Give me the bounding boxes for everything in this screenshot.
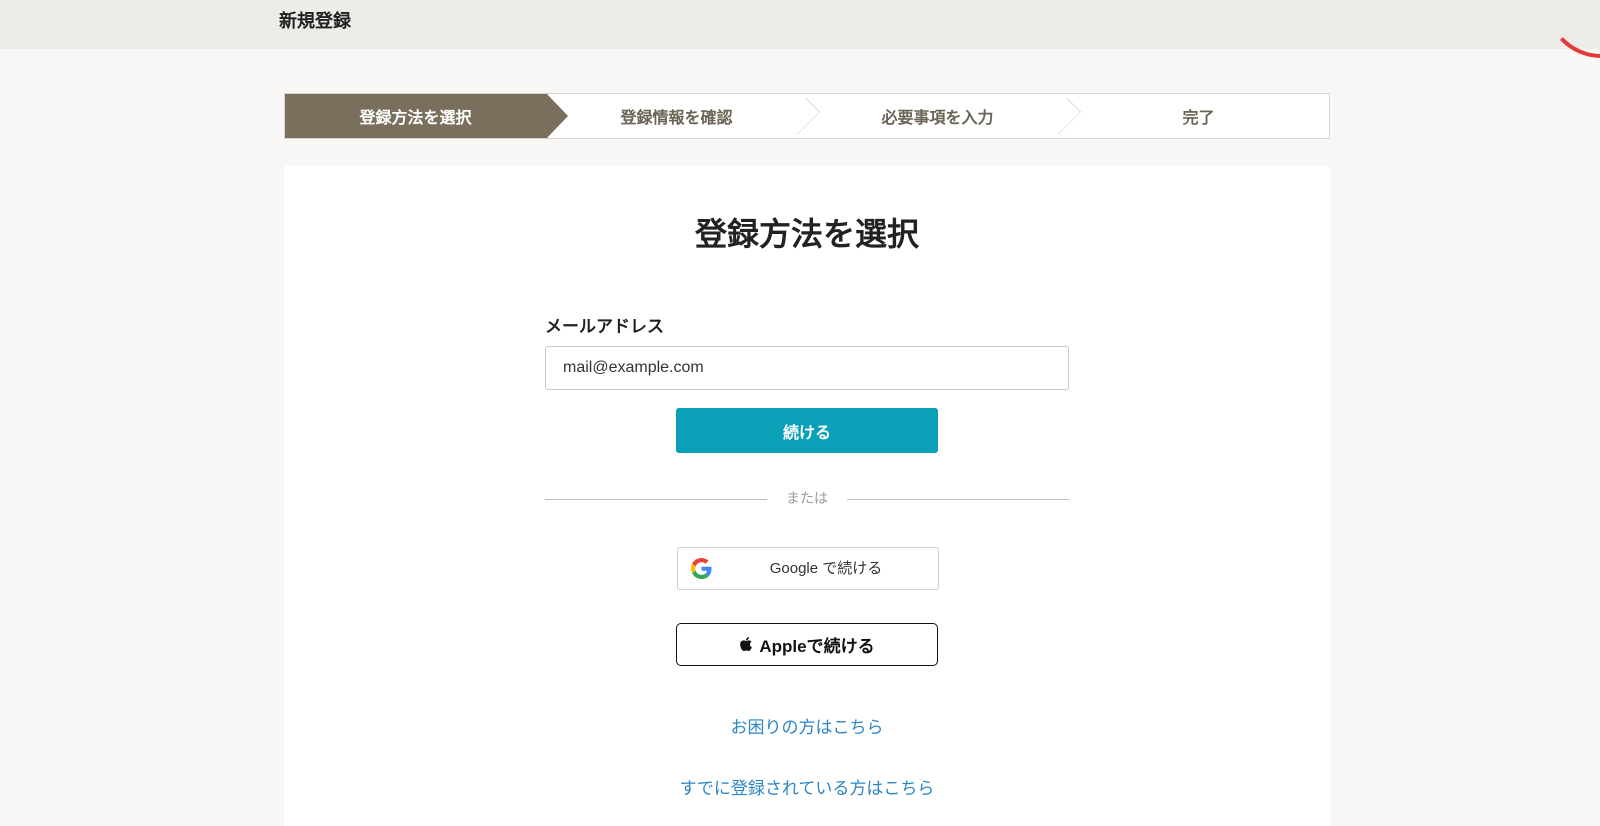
help-link[interactable]: お困りの方はこちら	[284, 717, 1330, 739]
top-header: 新規登録	[0, 0, 1600, 58]
google-button-label: Google で続ける	[769, 560, 883, 577]
step-complete: 完了	[1068, 94, 1329, 138]
page-title: 登録方法を選択	[694, 215, 919, 253]
existing-account-link[interactable]: すでに登録されている方はこちら	[284, 778, 1330, 800]
step-label: 完了	[1182, 108, 1215, 127]
google-signin-button[interactable]: Google で続ける	[677, 547, 939, 590]
corner-decoration	[1542, 0, 1600, 58]
or-divider: または	[545, 489, 1069, 509]
step-label: 必要事項を入力	[881, 108, 994, 127]
divider-line-right	[847, 499, 1069, 500]
email-input[interactable]	[545, 346, 1069, 390]
progress-stepper: 登録方法を選択 登録情報を確認 必要事項を入力 完了	[284, 93, 1330, 139]
apple-button-label: Appleで続ける	[759, 637, 875, 656]
apple-signin-button[interactable]: Appleで続ける	[676, 623, 938, 666]
registration-card: 登録方法を選択 メールアドレス 続ける または Google で続ける Appl…	[284, 166, 1330, 826]
continue-button[interactable]: 続ける	[676, 408, 938, 453]
apple-icon	[740, 636, 753, 651]
step-label: 登録情報を確認	[620, 108, 733, 127]
step-confirm-info: 登録情報を確認	[546, 94, 807, 138]
step-label: 登録方法を選択	[359, 108, 472, 127]
google-icon	[691, 558, 712, 579]
step-enter-details: 必要事項を入力	[807, 94, 1068, 138]
header-title: 新規登録	[279, 11, 351, 32]
email-label: メールアドレス	[545, 317, 664, 337]
step-select-method: 登録方法を選択	[285, 93, 568, 139]
